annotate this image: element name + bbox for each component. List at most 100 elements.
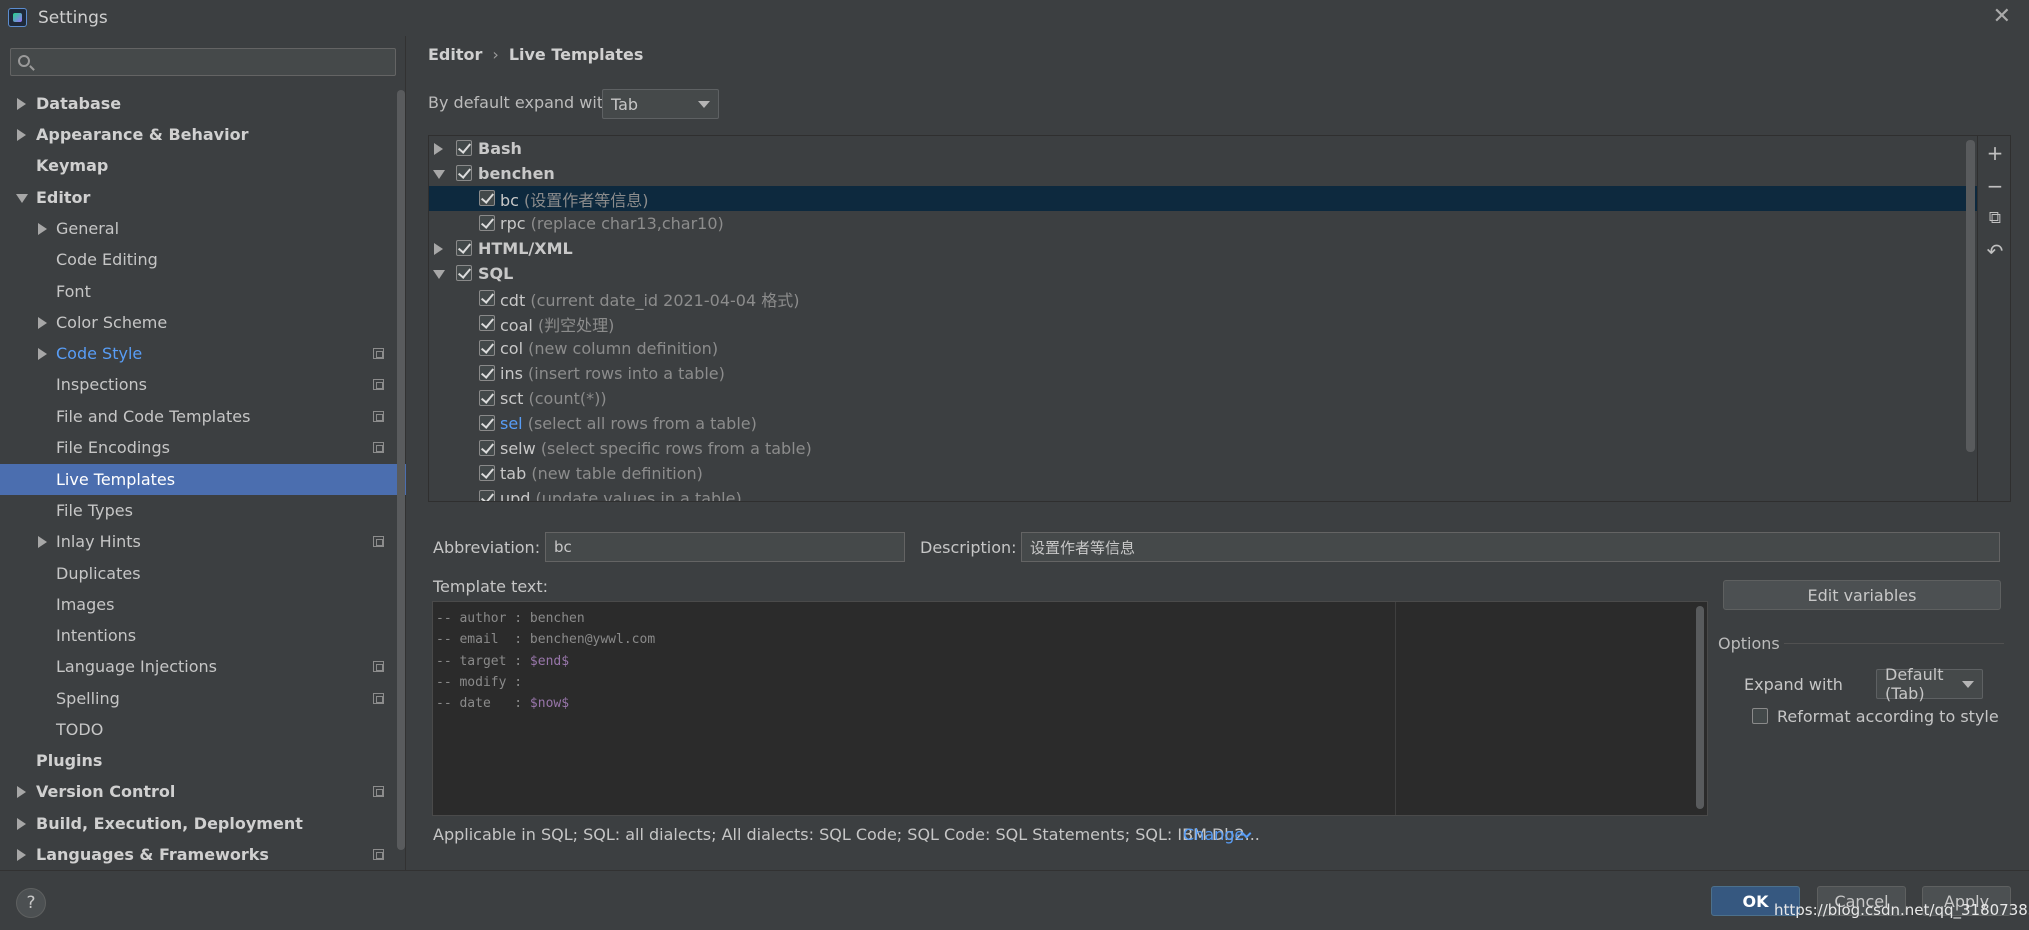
sidebar-item-todo[interactable]: TODO [0, 714, 406, 745]
expand-arrow-icon[interactable] [17, 129, 26, 141]
watermark-url: https://blog.csdn.net/qq_31807385 [1774, 901, 2029, 919]
sidebar-item-intentions[interactable]: Intentions [0, 620, 406, 651]
tree-group-bash[interactable]: Bash [429, 136, 1977, 161]
sidebar-item-appearance[interactable]: Appearance & Behavior [0, 119, 406, 150]
sidebar-item-general[interactable]: General [0, 213, 406, 244]
tree-item-coal[interactable]: coal (判空处理) [429, 311, 1977, 336]
tree-item-sel[interactable]: sel (select all rows from a table) [429, 411, 1977, 436]
template-abbr: sct [500, 389, 524, 408]
search-input[interactable] [41, 51, 391, 73]
template-abbr: rpc [500, 214, 526, 233]
sidebar-item-code-editing[interactable]: Code Editing [0, 244, 406, 275]
sidebar-item-version-control[interactable]: Version Control [0, 776, 406, 807]
checkbox-checked[interactable] [479, 190, 495, 206]
template-abbr: tab [500, 464, 527, 483]
expand-arrow-icon[interactable] [17, 849, 26, 861]
tree-group-html-xml[interactable]: HTML/XML [429, 236, 1977, 261]
checkbox-checked[interactable] [479, 215, 495, 231]
sidebar-item-images[interactable]: Images [0, 589, 406, 620]
tree-item-upd[interactable]: upd (update values in a table) [429, 486, 1977, 501]
sidebar-item-languages-frameworks[interactable]: Languages & Frameworks [0, 839, 406, 870]
revert-icon[interactable]: ↶ [1986, 241, 2004, 261]
checkbox-checked[interactable] [456, 265, 472, 281]
expand-arrow-icon[interactable] [17, 786, 26, 798]
expand-arrow-icon[interactable] [434, 243, 443, 255]
sidebar-item-color-scheme[interactable]: Color Scheme [0, 307, 406, 338]
tree-item-ins[interactable]: ins (insert rows into a table) [429, 361, 1977, 386]
expand-arrow-icon[interactable] [17, 98, 26, 110]
abbreviation-input[interactable] [545, 532, 905, 562]
expand-arrow-icon[interactable] [17, 818, 26, 830]
copy-icon[interactable]: ⧉ [1986, 209, 2004, 227]
tree-item-rpc[interactable]: rpc (replace char13,char10) [429, 211, 1977, 236]
checkbox-checked[interactable] [479, 340, 495, 356]
remove-icon[interactable]: − [1986, 176, 2004, 196]
checkbox-checked[interactable] [479, 315, 495, 331]
checkbox-checked[interactable] [456, 140, 472, 156]
search-box[interactable] [10, 48, 396, 76]
expand-arrow-icon[interactable] [38, 348, 47, 360]
reformat-label[interactable]: Reformat according to style [1777, 707, 1999, 726]
tree-row-name: benchen [478, 164, 555, 183]
sidebar-item-plugins[interactable]: Plugins [0, 745, 406, 776]
checkbox-checked[interactable] [479, 390, 495, 406]
close-icon[interactable]: ✕ [1993, 4, 2011, 29]
options-expand-with-select[interactable]: Default (Tab) [1876, 665, 1983, 703]
tree-scrollbar[interactable] [1966, 140, 1975, 452]
sidebar-item-font[interactable]: Font [0, 276, 406, 307]
sidebar-item-inspections[interactable]: Inspections [0, 369, 406, 400]
checkbox-checked[interactable] [479, 415, 495, 431]
editor-scrollbar[interactable] [1696, 606, 1704, 809]
template-text-editor[interactable]: -- author : benchen -- email : benchen@y… [432, 601, 1708, 816]
sidebar-item-file-encodings[interactable]: File Encodings [0, 432, 406, 463]
sidebar-item-build-execution[interactable]: Build, Execution, Deployment [0, 808, 406, 839]
tree-item-bc[interactable]: bc (设置作者等信息) [429, 186, 1977, 211]
breadcrumb-parent[interactable]: Editor [428, 45, 482, 64]
reformat-checkbox[interactable] [1752, 708, 1768, 724]
checkbox-checked[interactable] [479, 290, 495, 306]
tree-item-col[interactable]: col (new column definition) [429, 336, 1977, 361]
expand-arrow-icon[interactable] [38, 536, 47, 548]
checkbox-checked[interactable] [479, 490, 495, 501]
sidebar-item-keymap[interactable]: Keymap [0, 150, 406, 181]
expand-with-select[interactable]: Tab [602, 89, 719, 119]
sidebar-item-inlay-hints[interactable]: Inlay Hints [0, 526, 406, 557]
sidebar-item-database[interactable]: Database [0, 88, 406, 119]
help-button[interactable]: ? [16, 888, 46, 918]
checkbox-checked[interactable] [456, 240, 472, 256]
checkbox-checked[interactable] [479, 440, 495, 456]
checkbox-checked[interactable] [456, 165, 472, 181]
sidebar-item-duplicates[interactable]: Duplicates [0, 558, 406, 589]
template-code[interactable]: -- author : benchen -- email : benchen@y… [436, 608, 655, 714]
expand-arrow-icon[interactable] [38, 223, 47, 235]
tree-group-benchen[interactable]: benchen [429, 161, 1977, 186]
template-text-label: Template text: [433, 577, 549, 596]
checkbox-checked[interactable] [479, 365, 495, 381]
tree-item-tab[interactable]: tab (new table definition) [429, 461, 1977, 486]
sidebar-scrollbar[interactable] [397, 90, 405, 850]
sidebar-item-live-templates[interactable]: Live Templates [0, 464, 406, 495]
expand-arrow-icon[interactable] [434, 143, 443, 155]
sidebar-item-editor[interactable]: Editor [0, 182, 406, 213]
sidebar-item-file-types[interactable]: File Types [0, 495, 406, 526]
sidebar-item-label: Inlay Hints [56, 532, 141, 551]
sidebar-item-language-injections[interactable]: Language Injections [0, 651, 406, 682]
change-contexts-link[interactable]: Change [1183, 825, 1244, 844]
tree-item-cdt[interactable]: cdt (current date_id 2021-04-04 格式) [429, 286, 1977, 311]
sidebar-item-file-code-templates[interactable]: File and Code Templates [0, 401, 406, 432]
collapse-arrow-icon[interactable] [433, 270, 445, 279]
collapse-arrow-icon[interactable] [433, 170, 445, 179]
tree-group-sql[interactable]: SQL [429, 261, 1977, 286]
sidebar-item-code-style[interactable]: Code Style [0, 338, 406, 369]
sidebar-item-label: Version Control [36, 782, 176, 801]
template-abbr: sel [500, 414, 523, 433]
add-icon[interactable]: + [1986, 143, 2004, 163]
expand-arrow-icon[interactable] [38, 317, 47, 329]
collapse-arrow-icon[interactable] [16, 194, 28, 203]
tree-item-sct[interactable]: sct (count(*)) [429, 386, 1977, 411]
tree-item-selw[interactable]: selw (select specific rows from a table) [429, 436, 1977, 461]
checkbox-checked[interactable] [479, 465, 495, 481]
sidebar-item-spelling[interactable]: Spelling [0, 683, 406, 714]
description-input[interactable] [1021, 532, 2000, 562]
edit-variables-button[interactable]: Edit variables [1723, 580, 2001, 610]
